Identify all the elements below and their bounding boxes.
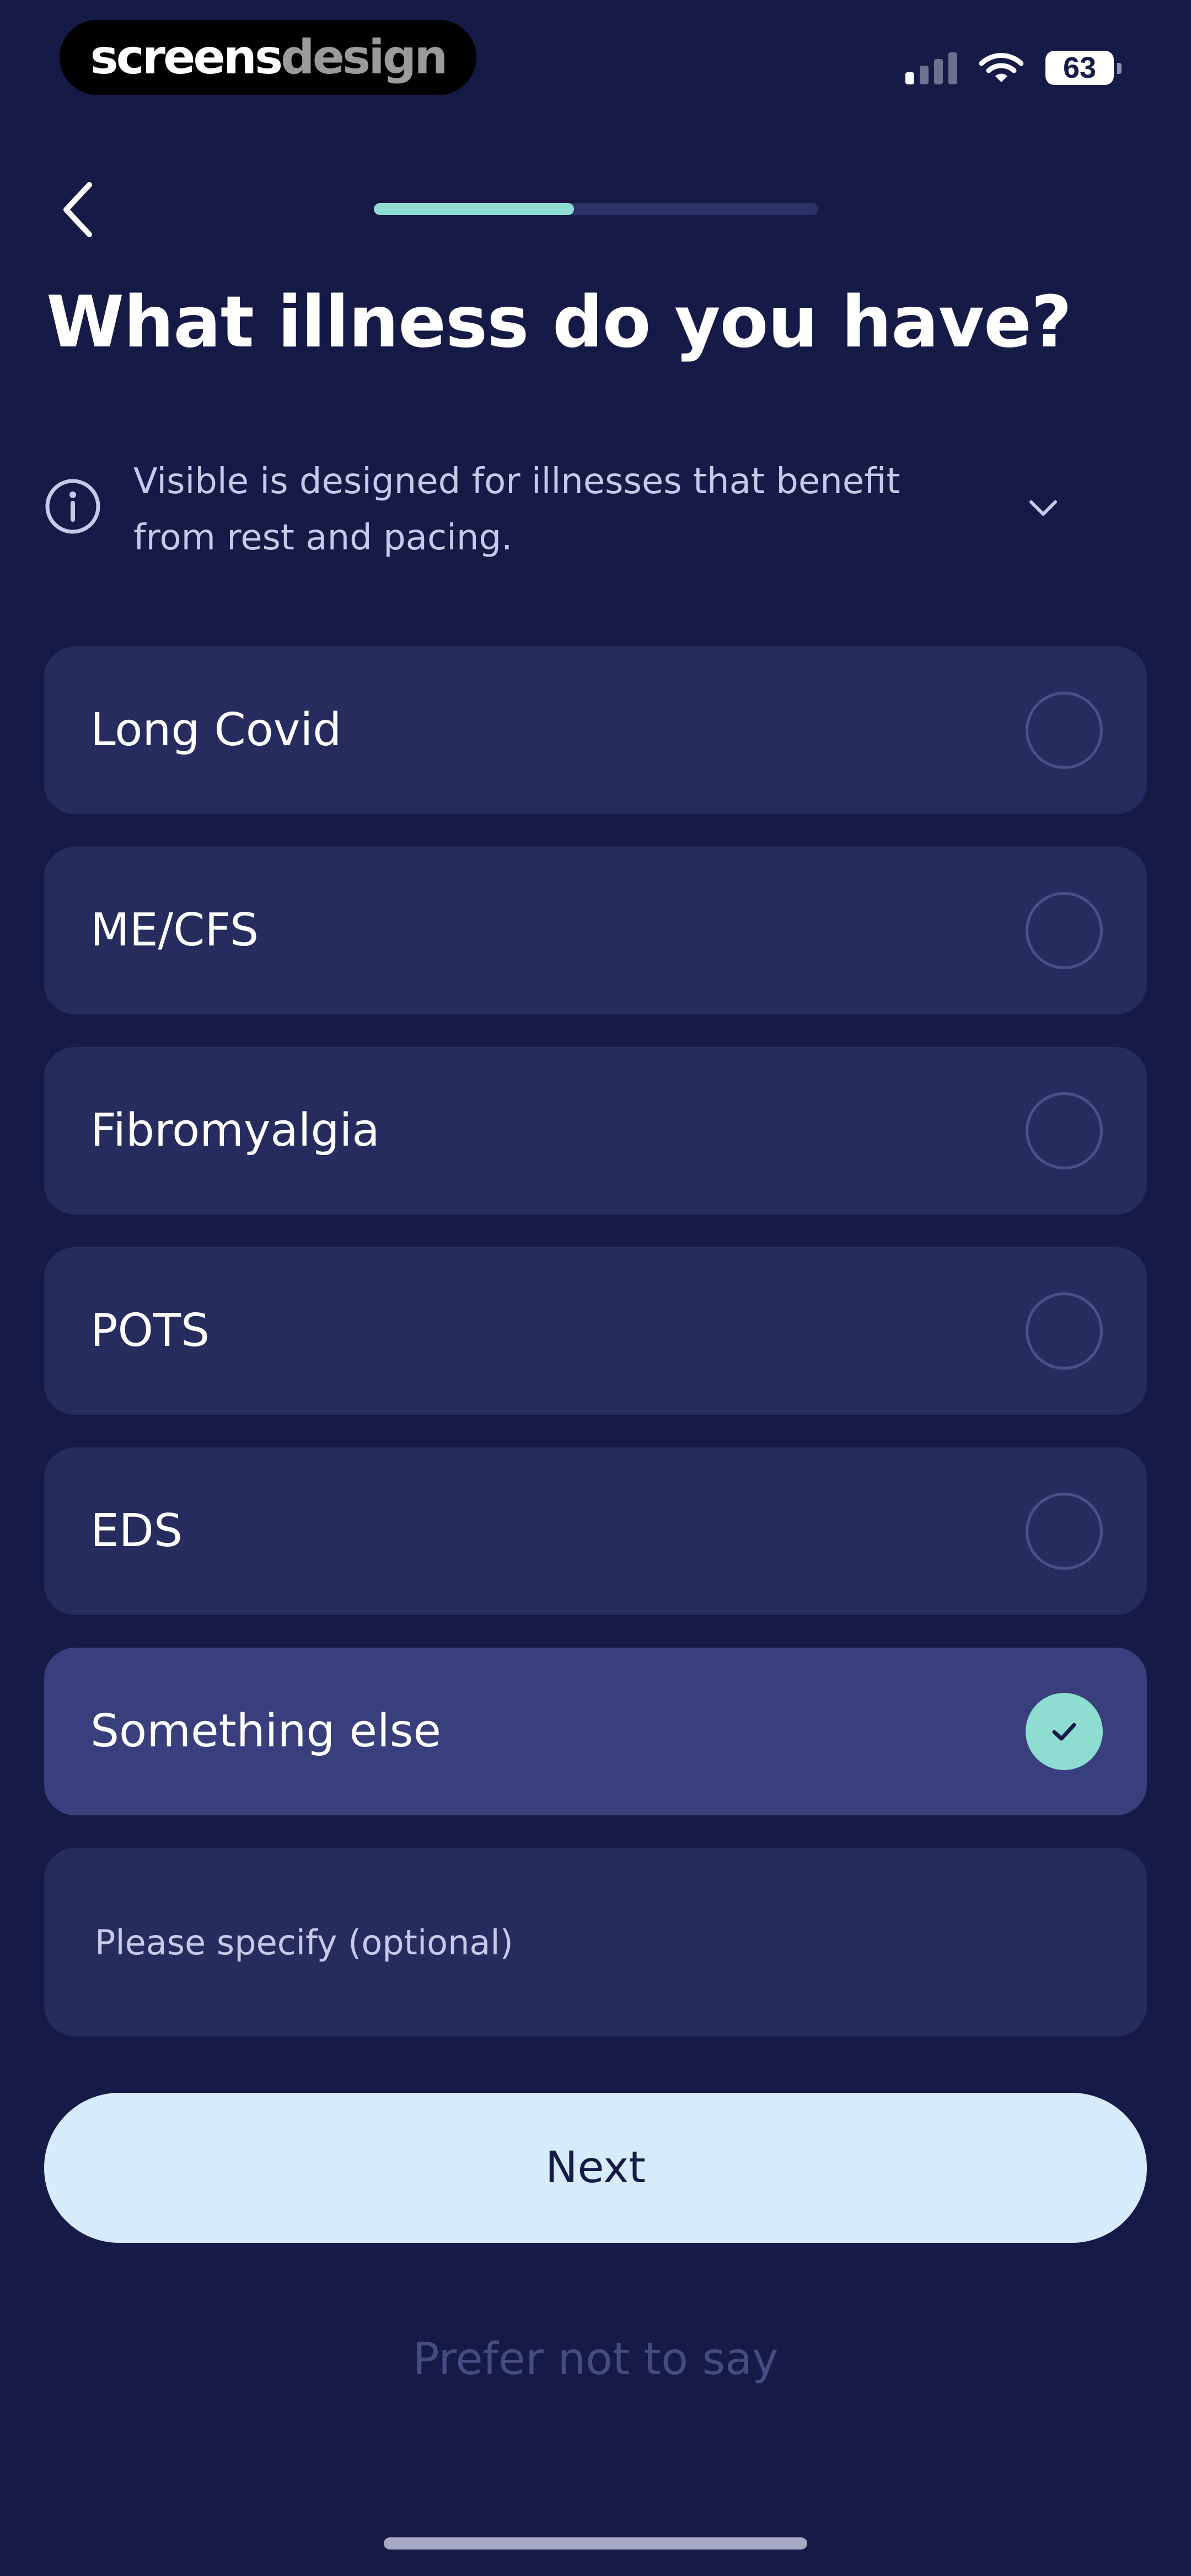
option-label: Fibromyalgia <box>90 1104 380 1157</box>
radio-unchecked-icon[interactable] <box>1026 892 1103 969</box>
next-button[interactable]: Next <box>44 2093 1147 2243</box>
onboarding-progress-bar <box>374 203 818 215</box>
radio-unchecked-icon[interactable] <box>1026 1092 1103 1169</box>
option-label: EDS <box>90 1505 183 1557</box>
chevron-left-icon <box>63 182 92 237</box>
watermark-part-1: screens <box>90 30 283 85</box>
option-eds[interactable]: EDS <box>44 1447 1147 1615</box>
option-label: Something else <box>90 1705 441 1757</box>
prefer-not-to-say-link[interactable]: Prefer not to say <box>0 2333 1191 2385</box>
info-text: Visible is designed for illnesses that b… <box>133 461 900 558</box>
option-me-cfs[interactable]: ME/CFS <box>44 847 1147 1014</box>
info-icon <box>45 479 100 534</box>
chevron-down-icon <box>1029 500 1057 516</box>
option-pots[interactable]: POTS <box>44 1247 1147 1415</box>
specify-input[interactable] <box>95 1848 1087 2037</box>
wifi-icon <box>979 53 1023 82</box>
status-bar: 63 <box>905 49 1122 87</box>
radio-unchecked-icon[interactable] <box>1026 692 1103 769</box>
back-button[interactable] <box>53 177 103 243</box>
battery-icon: 63 <box>1045 51 1122 85</box>
option-fibromyalgia[interactable]: Fibromyalgia <box>44 1047 1147 1215</box>
watermark-logo: screens design <box>60 20 476 95</box>
option-label: ME/CFS <box>90 904 259 956</box>
specify-field <box>44 1848 1147 2037</box>
option-label: Long Covid <box>90 704 342 756</box>
progress-fill <box>374 203 574 215</box>
option-something-else[interactable]: Something else <box>44 1648 1147 1815</box>
info-disclosure[interactable]: Visible is designed for illnesses that b… <box>44 453 1092 575</box>
radio-checked[interactable] <box>1026 1693 1103 1770</box>
option-long-covid[interactable]: Long Covid <box>44 646 1147 814</box>
watermark-part-2: design <box>281 30 448 85</box>
radio-unchecked-icon[interactable] <box>1026 1493 1103 1570</box>
battery-level: 63 <box>1063 51 1097 84</box>
page-title: What illness do you have? <box>46 281 1072 364</box>
option-label: POTS <box>90 1305 210 1357</box>
cellular-signal-icon <box>905 51 957 84</box>
onboarding-screen: screens design 63 What illness do you hav… <box>0 0 1191 2576</box>
radio-unchecked-icon[interactable] <box>1026 1292 1103 1370</box>
home-indicator <box>384 2537 807 2550</box>
checkmark-icon <box>1052 1723 1076 1741</box>
